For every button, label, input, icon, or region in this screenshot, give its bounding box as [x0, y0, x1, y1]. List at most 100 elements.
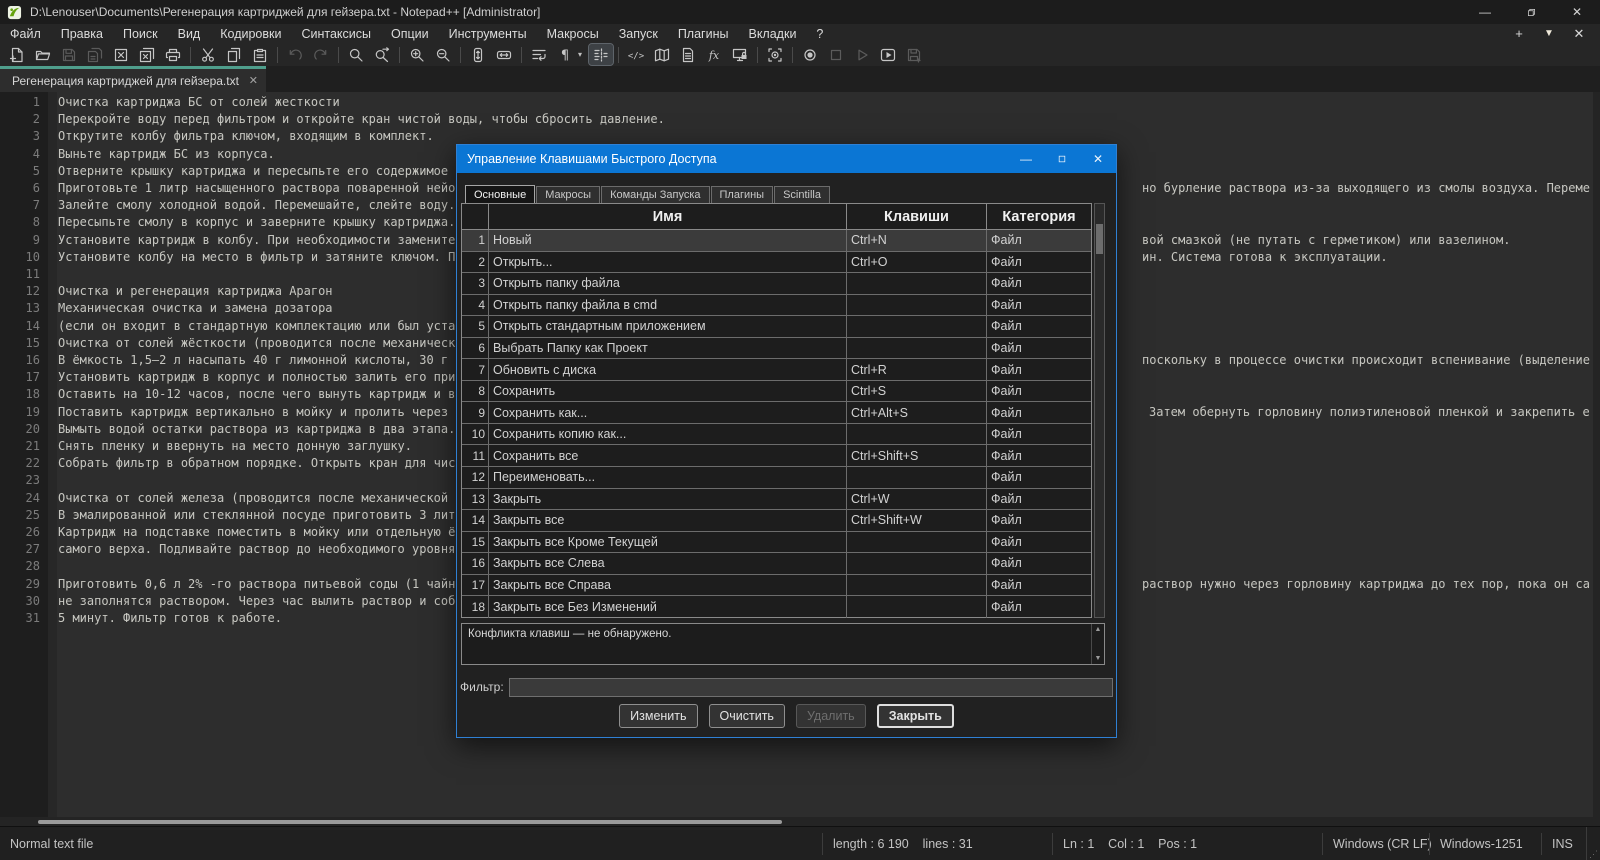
status-encoding[interactable]: Windows-1251 — [1429, 833, 1541, 855]
shortcut-row[interactable]: 4Открыть папку файла в cmdФайл — [462, 295, 1091, 317]
menu-macro[interactable]: Макросы — [537, 24, 609, 43]
menu-edit[interactable]: Правка — [51, 24, 113, 43]
zoom-out-icon[interactable] — [431, 44, 455, 65]
undo-icon[interactable] — [283, 44, 307, 65]
dialog-minimize-button[interactable]: — — [1008, 145, 1044, 173]
find-icon[interactable] — [344, 44, 368, 65]
shortcut-table[interactable]: ИмяКлавишиКатегория1НовыйCtrl+NФайл2Откр… — [461, 203, 1092, 618]
shortcut-row[interactable]: 14Закрыть всеCtrl+Shift+WФайл — [462, 510, 1091, 532]
menu-language[interactable]: Синтаксисы — [291, 24, 381, 43]
shortcut-row[interactable]: 11Сохранить всеCtrl+Shift+SФайл — [462, 445, 1091, 467]
dialog-maximize-button[interactable] — [1044, 145, 1080, 173]
play-macro-icon[interactable] — [850, 44, 874, 65]
indent-guide-icon[interactable] — [589, 44, 613, 65]
scroll-up-icon[interactable]: ▲ — [1095, 624, 1102, 635]
shortcut-row[interactable]: 12Переименовать...Файл — [462, 467, 1091, 489]
close-file-icon[interactable] — [109, 44, 133, 65]
document-tab[interactable]: Регенерация картриджей для гейзера.txt ✕ — [0, 66, 266, 92]
copy-icon[interactable] — [222, 44, 246, 65]
new-file-icon[interactable] — [5, 44, 29, 65]
shortcut-row[interactable]: 8СохранитьCtrl+SФайл — [462, 381, 1091, 403]
zoom-in-icon[interactable] — [405, 44, 429, 65]
document-map-icon[interactable] — [650, 44, 674, 65]
show-all-characters-icon[interactable]: ¶ — [553, 44, 577, 65]
word-wrap-icon[interactable] — [527, 44, 551, 65]
record-macro-icon[interactable] — [798, 44, 822, 65]
save-icon[interactable] — [57, 44, 81, 65]
menu-settings[interactable]: Опции — [381, 24, 439, 43]
document-list-icon[interactable] — [676, 44, 700, 65]
filter-input[interactable] — [509, 678, 1113, 697]
delete-button[interactable]: Удалить — [796, 704, 866, 728]
dialog-tab-плагины[interactable]: Плагины — [711, 186, 774, 204]
dialog-close-button[interactable]: ✕ — [1080, 145, 1116, 173]
editor-horizontal-scrollbar[interactable] — [0, 817, 1600, 826]
shortcut-row[interactable]: 17Закрыть все СправаФайл — [462, 575, 1091, 597]
shortcut-row[interactable]: 2Открыть...Ctrl+OФайл — [462, 252, 1091, 274]
code-view-icon[interactable]: </> — [624, 44, 648, 65]
shortcut-row[interactable]: 13ЗакрытьCtrl+WФайл — [462, 489, 1091, 511]
window-restore-button[interactable] — [1508, 0, 1554, 24]
cut-icon[interactable] — [196, 44, 220, 65]
dialog-tab-команды-запуска[interactable]: Команды Запуска — [601, 186, 709, 204]
save-macro-icon[interactable] — [902, 44, 926, 65]
open-file-icon[interactable] — [31, 44, 55, 65]
sync-scroll-vertical-icon[interactable] — [466, 44, 490, 65]
new-tab-button[interactable]: + — [1506, 25, 1532, 42]
menu-view[interactable]: Вид — [168, 24, 211, 43]
monitoring-icon[interactable] — [728, 44, 752, 65]
focus-eye-icon[interactable] — [763, 44, 787, 65]
horizontal-scrollbar-thumb[interactable] — [38, 820, 782, 824]
sync-scroll-horizontal-icon[interactable] — [492, 44, 516, 65]
shortcut-row[interactable]: 5Открыть стандартным приложениемФайл — [462, 316, 1091, 338]
line-text-continuation: поскольку в процессе очистки происходит … — [1142, 353, 1590, 367]
shortcut-row[interactable]: 6Выбрать Папку как ПроектФайл — [462, 338, 1091, 360]
shortcut-row[interactable]: 3Открыть папку файлаФайл — [462, 273, 1091, 295]
shortcut-row[interactable]: 1НовыйCtrl+NФайл — [462, 230, 1091, 252]
menu-plugins[interactable]: Плагины — [668, 24, 739, 43]
save-all-icon[interactable] — [83, 44, 107, 65]
close-tab-button[interactable]: ✕ — [1566, 25, 1592, 42]
paste-icon[interactable] — [248, 44, 272, 65]
function-list-icon[interactable]: fx — [702, 44, 726, 65]
shortcut-table-scrollbar[interactable] — [1094, 203, 1105, 618]
shortcut-row[interactable]: 16Закрыть все СлеваФайл — [462, 553, 1091, 575]
menu-search[interactable]: Поиск — [113, 24, 168, 43]
dialog-tab-макросы[interactable]: Макросы — [536, 186, 600, 204]
menu-encoding[interactable]: Кодировки — [210, 24, 291, 43]
tab-list-button[interactable]: ▼ — [1536, 25, 1562, 42]
menu-window[interactable]: Вкладки — [738, 24, 806, 43]
redo-icon[interactable] — [309, 44, 333, 65]
shortcut-row[interactable]: 18Закрыть все Без ИзмененийФайл — [462, 596, 1091, 618]
shortcut-row[interactable]: 9Сохранить как...Ctrl+Alt+SФайл — [462, 402, 1091, 424]
shortcut-row[interactable]: 15Закрыть все Кроме ТекущейФайл — [462, 532, 1091, 554]
status-insert-mode[interactable]: INS — [1541, 833, 1586, 855]
tab-close-icon[interactable]: ✕ — [249, 74, 258, 87]
conflict-box-scrollbar[interactable]: ▲ ▼ — [1091, 624, 1104, 664]
dialog-tab-основные[interactable]: Основные — [465, 185, 535, 204]
menu-file[interactable]: Файл — [0, 24, 51, 43]
dialog-titlebar[interactable]: Управление Клавишами Быстрого Доступа — … — [457, 145, 1116, 173]
close-all-icon[interactable] — [135, 44, 159, 65]
close-button[interactable]: Закрыть — [877, 704, 954, 728]
menu-run[interactable]: Запуск — [609, 24, 668, 43]
run-macro-multiple-icon[interactable] — [876, 44, 900, 65]
print-icon[interactable] — [161, 44, 185, 65]
window-minimize-button[interactable]: — — [1462, 0, 1508, 24]
stop-macro-icon[interactable] — [824, 44, 848, 65]
menu-tools[interactable]: Инструменты — [439, 24, 537, 43]
scroll-down-icon[interactable]: ▼ — [1095, 653, 1102, 664]
status-eol-format[interactable]: Windows (CR LF) — [1322, 833, 1429, 855]
cell-category: Файл — [987, 596, 1091, 618]
resize-grip-icon[interactable]: ⋰ — [1586, 827, 1600, 860]
show-all-characters-dropdown-icon[interactable]: ▾ — [578, 50, 588, 59]
menu-help[interactable]: ? — [806, 24, 833, 43]
scrollbar-thumb[interactable] — [1096, 224, 1103, 254]
modify-button[interactable]: Изменить — [619, 704, 697, 728]
dialog-tab-scintilla[interactable]: Scintilla — [774, 186, 830, 204]
clear-button[interactable]: Очистить — [709, 704, 785, 728]
shortcut-row[interactable]: 7Обновить с дискаCtrl+RФайл — [462, 359, 1091, 381]
window-close-button[interactable]: ✕ — [1554, 0, 1600, 24]
shortcut-row[interactable]: 10Сохранить копию как...Файл — [462, 424, 1091, 446]
replace-icon[interactable] — [370, 44, 394, 65]
